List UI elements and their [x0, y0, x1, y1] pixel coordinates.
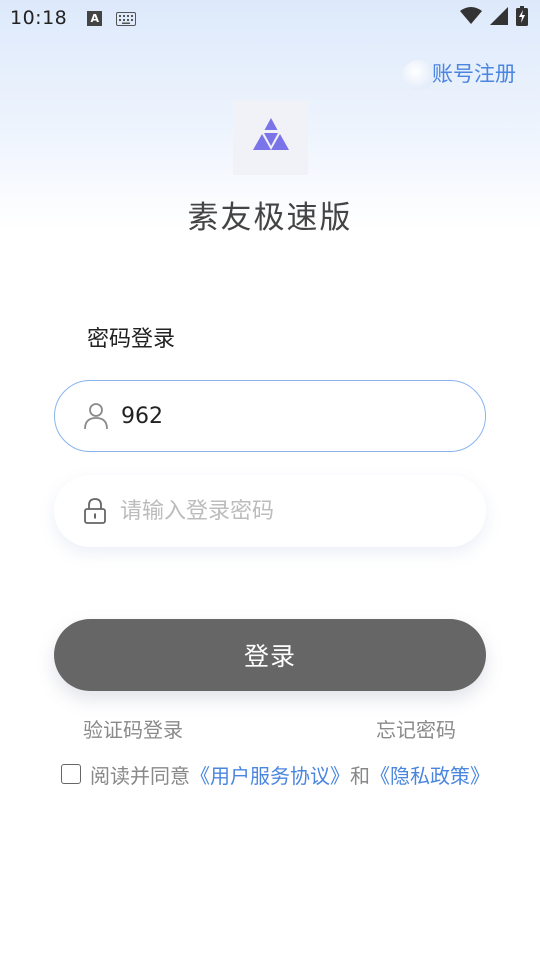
- lock-icon: [82, 497, 108, 525]
- login-button[interactable]: 登录: [54, 619, 486, 691]
- sms-login-link[interactable]: 验证码登录: [83, 714, 183, 743]
- login-mode-title: 密码登录: [87, 327, 176, 352]
- agreement-row: 阅读并同意 《用户服务协议》 和 《隐私政策》: [61, 760, 490, 789]
- account-field[interactable]: [54, 380, 486, 452]
- register-decoration: [402, 60, 436, 90]
- keyboard-icon: [116, 11, 137, 26]
- status-bar: 10:18 A: [0, 0, 540, 36]
- signal-icon: [490, 7, 508, 29]
- register-button[interactable]: 账号注册: [432, 58, 516, 88]
- password-field[interactable]: [54, 475, 486, 547]
- status-time: 10:18: [10, 7, 68, 29]
- triforce-logo-icon: [252, 117, 289, 150]
- account-input[interactable]: [121, 381, 461, 451]
- terms-link[interactable]: 《用户服务协议》: [190, 760, 350, 789]
- agreement-connector: 和: [350, 763, 370, 788]
- app-logo: [233, 100, 308, 175]
- password-input[interactable]: [120, 475, 462, 547]
- privacy-link[interactable]: 《隐私政策》: [370, 760, 490, 789]
- agreement-checkbox[interactable]: [61, 764, 81, 784]
- forgot-password-link[interactable]: 忘记密码: [376, 714, 456, 743]
- user-icon: [83, 402, 109, 430]
- battery-charging-icon: [516, 6, 528, 30]
- app-name: 素友极速版: [187, 200, 353, 236]
- wifi-icon: [460, 7, 482, 29]
- status-right-group: [460, 6, 528, 30]
- agreement-prefix: 阅读并同意: [90, 763, 190, 788]
- text-notification-icon: A: [87, 10, 103, 26]
